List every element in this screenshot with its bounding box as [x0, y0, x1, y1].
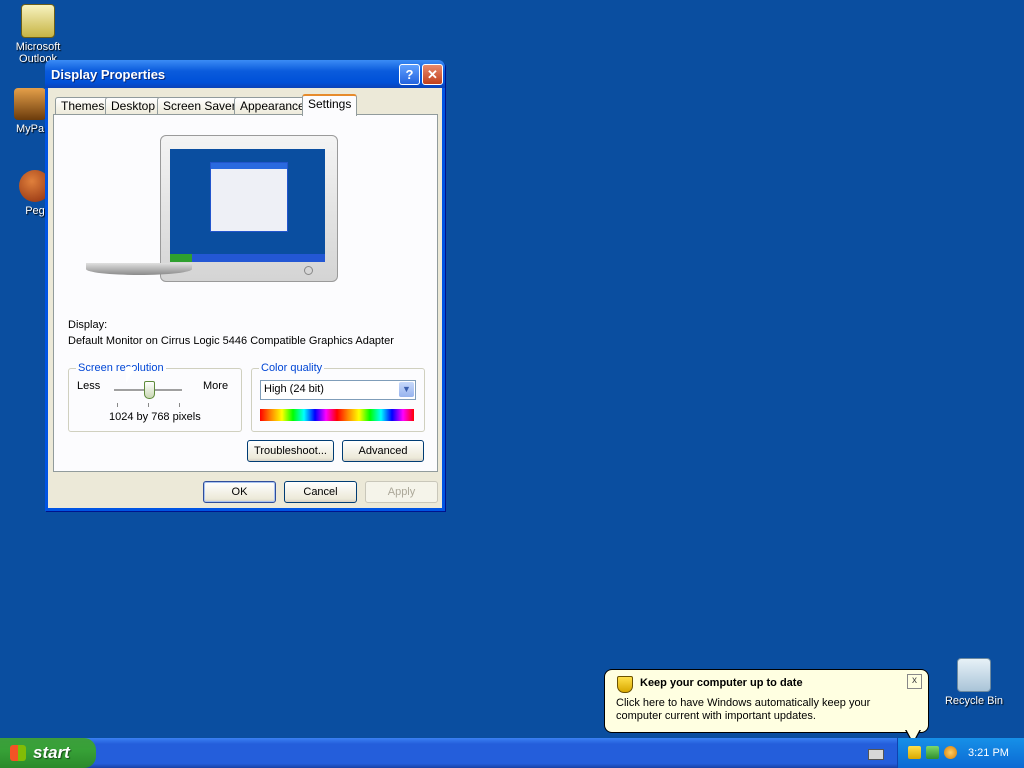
color-quality-select[interactable]: High (24 bit) ▼ — [260, 380, 416, 400]
apply-button[interactable]: Apply — [365, 481, 438, 503]
slider-tick — [148, 403, 149, 407]
preview-window — [210, 162, 288, 232]
taskbar: start 3:21 PM — [0, 738, 1024, 768]
start-button[interactable]: start — [0, 738, 96, 768]
security-shield-icon[interactable] — [908, 746, 921, 759]
tab-desktop[interactable]: Desktop — [105, 97, 162, 115]
preview-start — [170, 254, 192, 262]
windows-logo-icon — [10, 745, 26, 761]
desktop-icon-recycle-bin[interactable]: Recycle Bin — [936, 658, 1012, 707]
color-quality-value: High (24 bit) — [264, 383, 324, 395]
mouse-cursor-icon — [126, 367, 136, 383]
color-quality-group: Color quality High (24 bit) ▼ — [251, 362, 425, 432]
cancel-button[interactable]: Cancel — [284, 481, 357, 503]
screen-resolution-group: Screen resolution Less More 1024 by 768 … — [68, 362, 242, 432]
tab-themes[interactable]: Themes — [55, 97, 111, 115]
network-icon[interactable] — [926, 746, 939, 759]
troubleshoot-button[interactable]: Troubleshoot... — [247, 440, 334, 462]
window-client: Themes Desktop Screen Saver Appearance S… — [48, 88, 442, 508]
close-button[interactable]: ✕ — [422, 64, 443, 85]
display-label: Display: — [68, 319, 108, 331]
color-spectrum-bar — [260, 409, 414, 421]
search-icon[interactable] — [944, 746, 957, 759]
title-bar[interactable]: Display Properties ? ✕ — [45, 60, 445, 88]
monitor-screen-preview — [170, 149, 325, 262]
tab-screen-saver[interactable]: Screen Saver — [157, 97, 242, 115]
monitor-power-icon — [304, 266, 313, 275]
keyboard-icon[interactable] — [868, 749, 884, 760]
slider-tick — [179, 403, 180, 407]
balloon-title: Keep your computer up to date — [640, 677, 803, 689]
ok-button[interactable]: OK — [203, 481, 276, 503]
desktop-icon-outlook[interactable]: Microsoft Outlook — [0, 4, 76, 65]
outlook-icon — [21, 4, 55, 38]
less-label: Less — [77, 380, 101, 392]
slider-tick — [117, 403, 118, 407]
system-tray: 3:21 PM — [897, 738, 1024, 768]
monitor-preview — [160, 135, 338, 282]
resolution-slider-thumb[interactable] — [144, 381, 155, 399]
help-button[interactable]: ? — [399, 64, 420, 85]
preview-taskbar — [170, 254, 325, 262]
update-notification-balloon[interactable]: Keep your computer up to date Click here… — [604, 669, 929, 744]
recycle-bin-icon — [957, 658, 991, 692]
mypal-icon — [14, 88, 46, 120]
screen-resolution-title: Screen resolution — [76, 362, 166, 374]
tab-appearance[interactable]: Appearance — [234, 97, 311, 115]
chevron-down-icon[interactable]: ▼ — [399, 382, 414, 397]
clock[interactable]: 3:21 PM — [968, 747, 1009, 759]
window-title: Display Properties — [51, 67, 166, 82]
monitor-stand — [86, 263, 192, 275]
security-shield-icon — [617, 676, 633, 693]
desktop-icon-label: Recycle Bin — [944, 695, 1004, 707]
color-quality-title: Color quality — [259, 362, 325, 374]
settings-panel: Display: Default Monitor on Cirrus Logic… — [53, 114, 438, 472]
display-value: Default Monitor on Cirrus Logic 5446 Com… — [68, 335, 394, 347]
tab-settings[interactable]: Settings — [302, 94, 358, 116]
start-label: start — [33, 743, 70, 762]
display-properties-window: Display Properties ? ✕ Themes Desktop Sc… — [45, 60, 445, 511]
resolution-value: 1024 by 768 pixels — [109, 411, 201, 423]
advanced-button[interactable]: Advanced — [342, 440, 424, 462]
balloon-message: Click here to have Windows automatically… — [616, 697, 871, 722]
balloon-close-button[interactable]: x — [907, 674, 922, 689]
more-label: More — [203, 380, 229, 392]
